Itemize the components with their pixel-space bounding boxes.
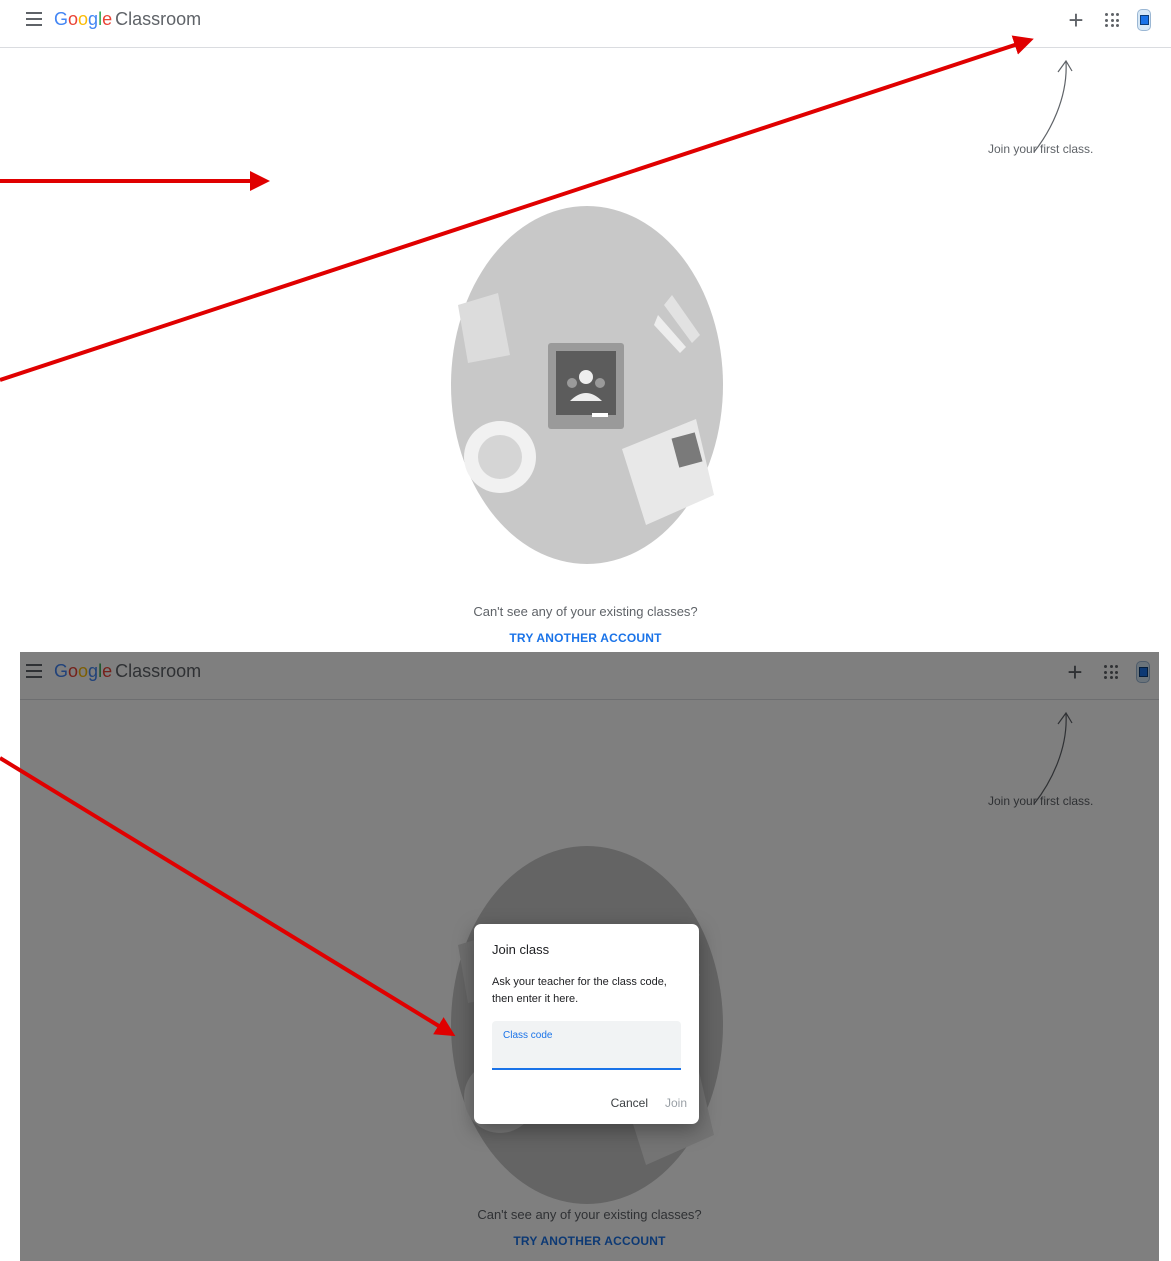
- product-name: Classroom: [115, 9, 202, 29]
- cancel-button[interactable]: Cancel: [611, 1096, 648, 1110]
- google-letter: G: [54, 9, 69, 29]
- google-letter: o: [68, 9, 79, 29]
- google-wordmark: Google: [54, 9, 112, 29]
- google-letter: e: [102, 9, 113, 29]
- apps-grid-icon[interactable]: [1105, 13, 1119, 27]
- dialog-actions: Cancel Join: [611, 1096, 687, 1110]
- join-class-dialog: Join class Ask your teacher for the clas…: [474, 924, 699, 1124]
- dialog-title: Join class: [492, 942, 550, 957]
- app-bar: GoogleClassroom +: [0, 0, 1171, 48]
- hamburger-menu-icon[interactable]: [26, 12, 42, 26]
- try-another-account-link[interactable]: TRY ANOTHER ACCOUNT: [0, 631, 1171, 645]
- plus-icon[interactable]: +: [1065, 7, 1087, 33]
- top-actions: +: [1065, 6, 1151, 34]
- class-code-field[interactable]: Class code: [492, 1021, 681, 1070]
- google-letter: g: [88, 9, 99, 29]
- classroom-desk-illustration: [451, 206, 723, 564]
- classroom-screen-top: Google Classroom + Join your first class.…: [0, 0, 1171, 652]
- app-logo[interactable]: GoogleClassroom: [54, 7, 201, 31]
- account-avatar-icon[interactable]: [1137, 9, 1151, 31]
- classroom-screen-join-dialog: GoogleClassroom + Join your first class.…: [20, 652, 1159, 1261]
- dialog-description: Ask your teacher for the class code, the…: [492, 976, 667, 1005]
- join-button[interactable]: Join: [665, 1096, 687, 1110]
- existing-classes-question: Can't see any of your existing classes?: [473, 604, 698, 619]
- join-first-class-hint: Join your first class.: [988, 142, 1094, 156]
- google-letter: o: [78, 9, 89, 29]
- class-code-label: Class code: [503, 1030, 553, 1041]
